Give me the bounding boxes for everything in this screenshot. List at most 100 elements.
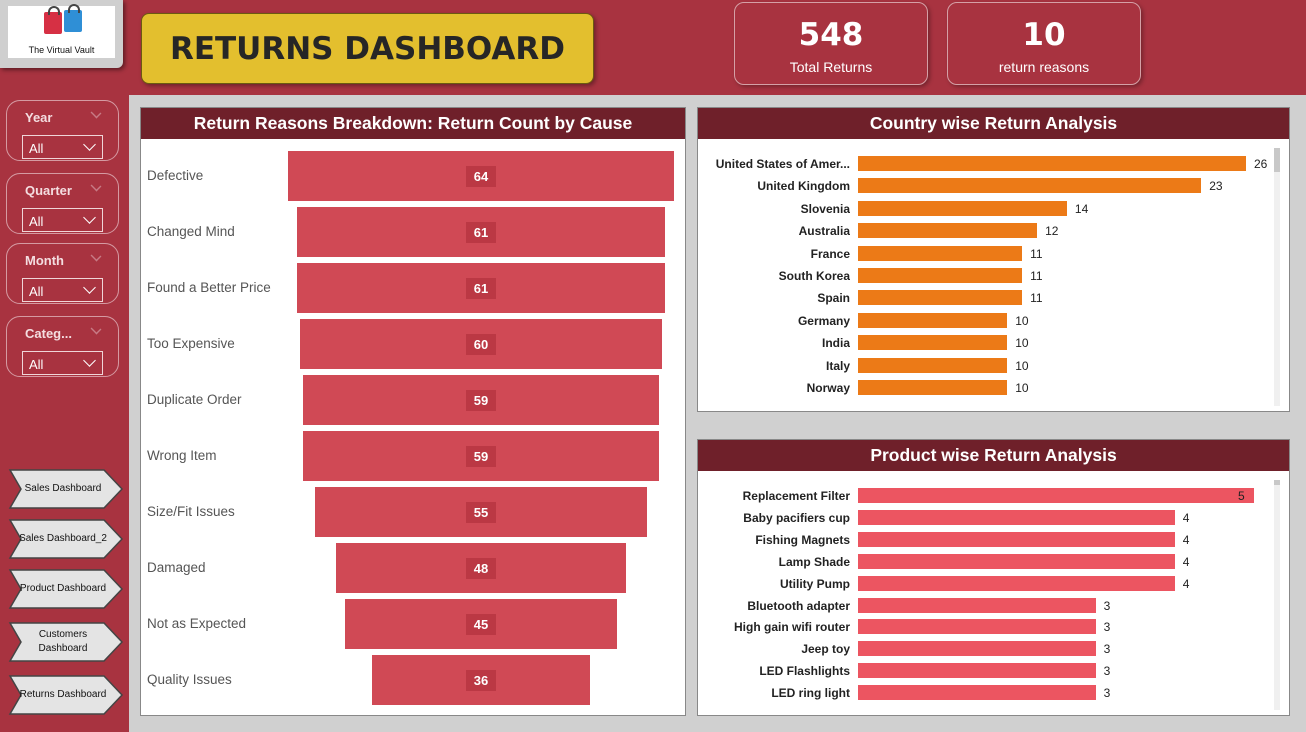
bar-row: United Kingdom 23 (698, 178, 1258, 195)
category-label: India (821, 336, 850, 351)
scrollbar[interactable] (1274, 480, 1280, 710)
dropdown-value: All (29, 141, 44, 156)
nav-label: Sales Dashboard_2 (19, 533, 107, 544)
bar-row: United States of Amer... 26 (698, 156, 1267, 173)
funnel-label: Damaged (147, 560, 206, 575)
filter-label: Quarter (25, 183, 72, 198)
filter-category: Categ... All (6, 316, 119, 377)
bar-row: Bluetooth adapter 3 (698, 597, 1258, 615)
bar[interactable] (858, 531, 1175, 547)
kpi-label: Total Returns (789, 59, 873, 75)
clear-filter-icon[interactable] (90, 107, 102, 119)
category-label: High gain wifi router (734, 620, 850, 635)
bar[interactable] (858, 312, 1008, 328)
category-label: Fishing Magnets (755, 532, 850, 547)
bar-row: Fishing Magnets 4 (698, 531, 1258, 549)
country-returns-panel: Country wise Return Analysis United Stat… (697, 107, 1290, 412)
category-label: Norway (806, 381, 850, 395)
bar[interactable] (858, 509, 1175, 525)
bar-row: France 11 (698, 245, 1258, 263)
month-dropdown[interactable]: All (22, 278, 103, 302)
product-returns-panel: Product wise Return Analysis Replacement… (697, 439, 1290, 716)
funnel-label: Quality Issues (147, 672, 232, 687)
funnel-label: Defective (147, 168, 204, 183)
value-label: 10 (1015, 381, 1029, 395)
bar[interactable] (858, 641, 1096, 657)
shopping-bag-icon (64, 4, 82, 32)
funnel-value-label: 61 (466, 222, 496, 243)
funnel-label: Too Expensive (147, 336, 235, 351)
dropdown-value: All (29, 284, 44, 299)
bar[interactable] (858, 357, 1008, 373)
funnel-value-label: 59 (466, 446, 496, 467)
kpi-label: return reasons (998, 59, 1090, 75)
filter-label: Year (25, 110, 53, 125)
scroll-thumb[interactable] (1274, 148, 1280, 172)
funnel-value-label: 60 (466, 334, 496, 355)
bar[interactable] (858, 663, 1096, 679)
value-label: 11 (1030, 246, 1043, 261)
scroll-thumb[interactable] (1274, 480, 1280, 485)
clear-filter-icon[interactable] (90, 180, 102, 192)
scrollbar[interactable] (1274, 148, 1280, 406)
year-dropdown[interactable]: All (22, 135, 103, 159)
bar-row: High gain wifi router 3 (698, 619, 1258, 636)
value-label: 3 (1103, 664, 1111, 679)
bar-row: Spain 11 (698, 290, 1258, 307)
bar[interactable] (858, 178, 1202, 194)
category-label: Lamp Shade (778, 554, 850, 569)
logo-text: The Virtual Vault (28, 45, 95, 55)
chevron-down-icon (83, 354, 96, 367)
funnel-value-label: 48 (466, 558, 496, 579)
category-label: LED ring light (771, 686, 850, 701)
chevron-down-icon (83, 281, 96, 294)
quarter-dropdown[interactable]: All (22, 208, 103, 232)
bar[interactable] (858, 335, 1008, 351)
bar[interactable] (858, 619, 1096, 635)
value-label: 4 (1182, 510, 1190, 525)
funnel-value-label: 59 (466, 390, 496, 411)
value-label: 10 (1015, 313, 1029, 328)
bar[interactable] (858, 553, 1175, 569)
panel-title: Return Reasons Breakdown: Return Count b… (141, 108, 685, 139)
bar[interactable] (858, 685, 1096, 701)
nav-product-dashboard[interactable]: Product Dashboard (7, 569, 124, 609)
bar[interactable] (858, 245, 1023, 261)
bar[interactable] (858, 223, 1038, 239)
value-label: 3 (1103, 686, 1111, 701)
bar[interactable] (858, 488, 1254, 503)
kpi-value: 10 (1022, 17, 1066, 53)
clear-filter-icon[interactable] (90, 323, 102, 335)
bar-row: Jeep toy 3 (698, 641, 1258, 658)
bar[interactable] (858, 575, 1175, 591)
nav-sales-dashboard[interactable]: Sales Dashboard (7, 469, 124, 509)
kpi-value: 548 (798, 17, 864, 53)
nav-customers-dashboard[interactable]: Customers Dashboard (7, 622, 124, 662)
value-label: 3 (1103, 598, 1111, 613)
bar-row: Australia 12 (698, 223, 1258, 240)
bar[interactable] (858, 290, 1023, 306)
bar-row: India 10 (698, 335, 1258, 352)
nav-sales-dashboard-2[interactable]: Sales Dashboard_2 (7, 519, 124, 559)
category-label: Bluetooth adapter (747, 598, 850, 613)
funnel-label: Size/Fit Issues (147, 504, 235, 519)
category-label: Baby pacifiers cup (743, 510, 850, 525)
filter-label: Categ... (25, 326, 72, 341)
page-title: RETURNS DASHBOARD (141, 13, 594, 84)
bar[interactable] (858, 156, 1246, 171)
shopping-bag-icon (44, 6, 62, 34)
category-label: Italy (825, 358, 850, 373)
nav-label: Sales Dashboard (24, 483, 102, 494)
brand-logo: The Virtual Vault (0, 0, 123, 68)
bar[interactable] (858, 200, 1067, 216)
funnel-value-label: 61 (466, 278, 496, 299)
bar-row: Germany 10 (698, 312, 1258, 330)
category-dropdown[interactable]: All (22, 351, 103, 375)
bar[interactable] (858, 380, 1008, 395)
clear-filter-icon[interactable] (90, 250, 102, 262)
bar[interactable] (858, 268, 1023, 283)
nav-returns-dashboard[interactable]: Returns Dashboard (7, 675, 124, 715)
category-label: Spain (817, 291, 850, 306)
bar[interactable] (858, 597, 1096, 613)
value-label: 4 (1182, 554, 1190, 569)
